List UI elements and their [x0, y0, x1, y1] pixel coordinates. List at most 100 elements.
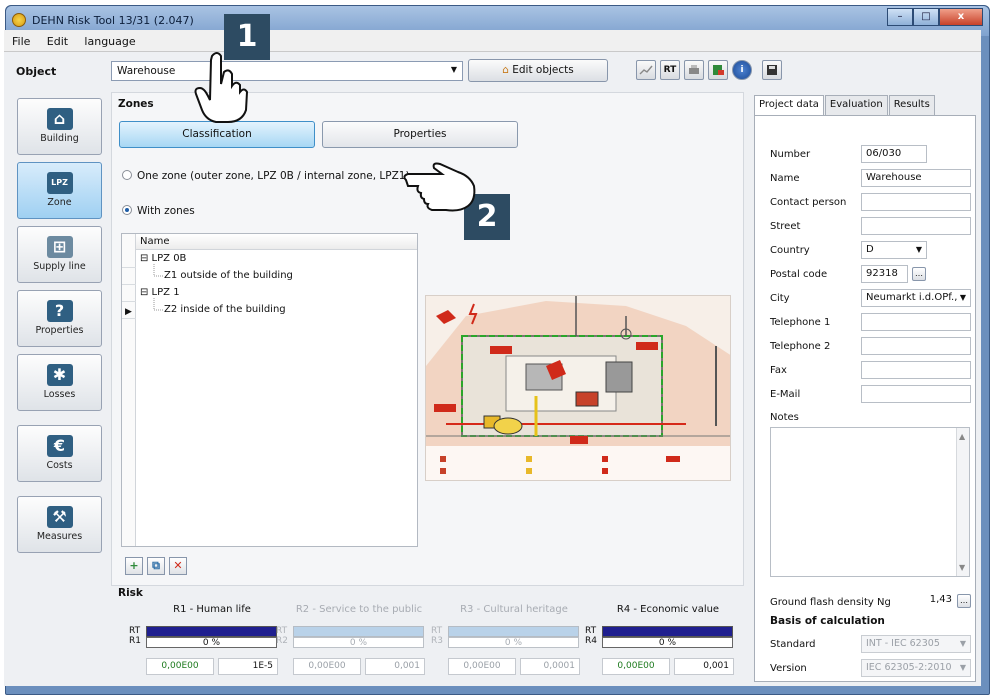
chart-icon[interactable]	[636, 60, 656, 80]
country-label: Country	[770, 245, 810, 256]
scroll-up-icon[interactable]: ▲	[959, 432, 965, 441]
sidebar-item-zone[interactable]: LPZ Zone	[17, 162, 102, 219]
properties-button[interactable]: Properties	[322, 121, 518, 148]
chevron-down-icon: ▼	[450, 65, 457, 74]
close-button[interactable]: x	[939, 8, 983, 26]
object-label: Object	[16, 65, 57, 78]
chevron-down-icon: ▼	[959, 293, 966, 302]
ground-flash-browse-button[interactable]: …	[957, 594, 971, 608]
rn-label: R1	[129, 636, 141, 646]
sidebar-item-measures[interactable]: ⚒ Measures	[17, 496, 102, 553]
telephone-2-field[interactable]	[861, 337, 971, 355]
name-field[interactable]: Warehouse	[861, 169, 971, 187]
chart-glyph	[639, 65, 653, 75]
country-select[interactable]: D ▼	[861, 241, 927, 259]
contact-person-field[interactable]	[861, 193, 971, 211]
basis-heading: Basis of calculation	[770, 615, 885, 627]
rn-label: R3	[431, 636, 443, 646]
print-icon[interactable]	[684, 60, 704, 80]
number-field[interactable]: 06/030	[861, 145, 927, 163]
tab-results[interactable]: Results	[888, 95, 935, 115]
telephone-1-field[interactable]	[861, 313, 971, 331]
object-select[interactable]: Warehouse ▼	[111, 61, 463, 81]
postal-code-lookup-button[interactable]: …	[912, 267, 926, 281]
row-line	[122, 301, 136, 302]
export-icon[interactable]	[708, 60, 728, 80]
risk-r1-title: R1 - Human life	[173, 604, 251, 615]
radio-with-zones[interactable]: With zones	[122, 205, 195, 217]
tree-item-lpz-0b[interactable]: ⊟ LPZ 0B	[140, 253, 186, 264]
floppy-glyph	[767, 65, 777, 75]
info-icon[interactable]: i	[732, 60, 752, 80]
sidebar-item-losses[interactable]: ✱ Losses	[17, 354, 102, 411]
menu-edit[interactable]: Edit	[39, 30, 73, 48]
risk-r3: R3 - Cultural heritage RT R3 0 % 0,00E00 …	[431, 604, 581, 675]
minimize-button[interactable]: –	[887, 8, 913, 26]
city-label: City	[770, 293, 790, 304]
email-label: E-Mail	[770, 389, 801, 400]
row-line	[122, 284, 136, 285]
tree-header[interactable]: Name	[136, 234, 417, 250]
radio-one-zone[interactable]: One zone (outer zone, LPZ 0B / internal …	[122, 170, 410, 182]
chevron-down-icon: ▼	[959, 663, 966, 672]
postal-code-field[interactable]: 92318	[861, 265, 908, 283]
save-icon[interactable]	[762, 60, 782, 80]
add-zone-icon[interactable]: +	[125, 557, 143, 575]
risk-r3-value: 0,00E00	[448, 658, 516, 675]
tree-item-z2[interactable]: Z2 inside of the building	[164, 304, 286, 315]
sidebar-item-label: Building	[40, 133, 79, 144]
risk-r4-percent: 0 %	[602, 637, 733, 648]
street-label: Street	[770, 221, 801, 232]
rt-label: RT	[129, 626, 141, 636]
rn-label: R4	[585, 636, 597, 646]
tab-project-data[interactable]: Project data	[754, 95, 824, 116]
zone-tree[interactable]: ▶ Name ⊟ LPZ 0B Z1 outside of the buildi…	[121, 233, 418, 547]
menu-language[interactable]: language	[76, 30, 140, 48]
city-select-value: Neumarkt i.d.OPf.,	[866, 292, 958, 303]
risk-r4-axis: RT R4	[585, 626, 597, 646]
risk-r4-limit: 0,001	[674, 658, 734, 675]
rt-button[interactable]: RT	[660, 60, 680, 80]
menu-file[interactable]: File	[4, 30, 35, 48]
edit-objects-button[interactable]: ⌂ Edit objects	[468, 59, 608, 82]
street-field[interactable]	[861, 217, 971, 235]
tree-toolbar: + ⧉ ✕	[125, 557, 187, 575]
notes-scrollbar[interactable]: ▲ ▼	[956, 428, 969, 576]
risk-r3-percent: 0 %	[448, 637, 579, 648]
menu-bar: File Edit language	[4, 30, 981, 52]
risk-r2-tolerable-bar	[293, 626, 424, 637]
fax-field[interactable]	[861, 361, 971, 379]
standard-select-value: INT - IEC 62305	[866, 638, 940, 649]
city-select[interactable]: Neumarkt i.d.OPf., ▼	[861, 289, 971, 307]
risk-r4-tolerable-bar	[602, 626, 733, 637]
standard-select: INT - IEC 62305 ▼	[861, 635, 971, 653]
risk-r1-tolerable-bar	[146, 626, 277, 637]
risk-r1: R1 - Human life RT R1 0 % 0,00E00 1E-5	[129, 604, 279, 675]
edit-objects-label: Edit objects	[512, 64, 574, 76]
sidebar-item-supply-line[interactable]: ⊞ Supply line	[17, 226, 102, 283]
email-field[interactable]	[861, 385, 971, 403]
version-select: IEC 62305-2:2010 ▼	[861, 659, 971, 677]
risk-r2-title: R2 - Service to the public	[295, 604, 423, 615]
sidebar-item-building[interactable]: ⌂ Building	[17, 98, 102, 155]
risk-r2-percent: 0 %	[293, 637, 424, 648]
risk-r3-title: R3 - Cultural heritage	[460, 604, 568, 615]
copy-zone-icon[interactable]: ⧉	[147, 557, 165, 575]
zones-heading: Zones	[118, 98, 154, 110]
tab-evaluation[interactable]: Evaluation	[824, 95, 888, 115]
risk-r2-value: 0,00E00	[293, 658, 361, 675]
notes-textarea[interactable]: ▲ ▼	[770, 427, 970, 577]
tree-item-z1[interactable]: Z1 outside of the building	[164, 270, 293, 281]
postal-code-label: Postal code	[770, 269, 828, 280]
maximize-button[interactable]: □	[913, 8, 939, 26]
rt-label: RT	[276, 626, 288, 636]
rt-label: RT	[431, 626, 443, 636]
sidebar-item-costs[interactable]: € Costs	[17, 425, 102, 482]
printer-glyph	[689, 65, 699, 74]
radio-dot	[122, 170, 132, 180]
scroll-down-icon[interactable]: ▼	[959, 563, 965, 572]
delete-zone-icon[interactable]: ✕	[169, 557, 187, 575]
risk-r2-axis: RT R2	[276, 626, 288, 646]
sidebar-item-properties[interactable]: ? Properties	[17, 290, 102, 347]
radio-one-zone-label: One zone (outer zone, LPZ 0B / internal …	[137, 170, 410, 182]
